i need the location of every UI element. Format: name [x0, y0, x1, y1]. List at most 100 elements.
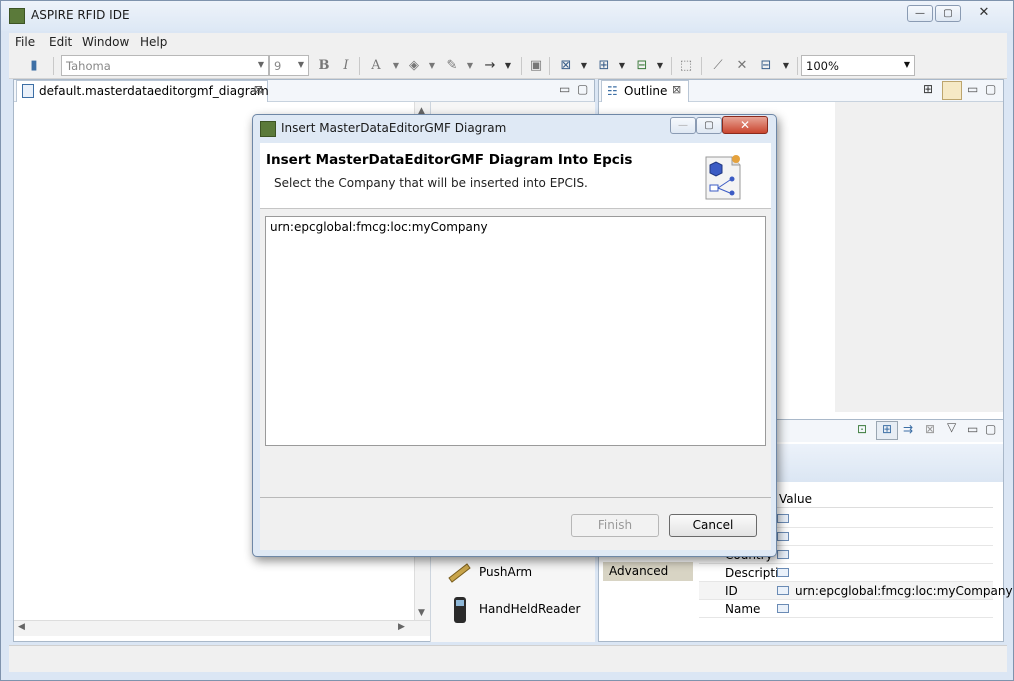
chevron-down-icon[interactable]: ▼	[461, 57, 479, 75]
pin-icon[interactable]: ⊡	[857, 422, 867, 436]
font-family-value: Tahoma	[66, 59, 111, 73]
handheld-reader-icon	[451, 596, 469, 624]
fill-color-icon[interactable]: ◈	[405, 57, 423, 75]
chevron-down-icon[interactable]: ▼	[777, 57, 795, 75]
dialog-description: Select the Company that will be inserted…	[274, 176, 588, 190]
dialog-divider	[260, 497, 771, 498]
property-key: ID	[725, 584, 738, 598]
close-icon[interactable]: ⊠	[672, 83, 681, 96]
title-bar: ASPIRE RFID IDE — ▢ ✕	[1, 1, 1013, 31]
value-icon	[777, 532, 789, 541]
menu-file[interactable]: File	[15, 35, 35, 49]
auto-size-icon[interactable]: ⬚	[677, 57, 695, 75]
delete-route-icon[interactable]: ✕	[733, 57, 751, 75]
menu-bar: File Edit Window Help	[9, 33, 1007, 53]
table-row[interactable]: Descripti	[699, 564, 993, 582]
zoom-select[interactable]: 100% ▼	[801, 55, 915, 76]
maximize-button[interactable]: ▢	[696, 117, 722, 134]
tab-outline[interactable]: ☷ Outline ⊠	[601, 80, 689, 102]
minimize-view-icon[interactable]: ▭	[967, 82, 978, 96]
status-bar	[9, 645, 1007, 672]
dialog-header: Insert MasterDataEditorGMF Diagram Into …	[260, 143, 771, 209]
tab-advanced[interactable]: Advanced	[603, 562, 693, 581]
align-icon[interactable]: ⊟	[633, 57, 651, 75]
minimize-button: —	[670, 117, 696, 134]
cancel-button[interactable]: Cancel	[669, 514, 757, 537]
thumbnail-icon[interactable]	[942, 81, 962, 100]
toolbar-separator	[671, 57, 672, 75]
chevron-down-icon[interactable]: ▼	[575, 57, 593, 75]
close-button[interactable]: ✕	[722, 116, 768, 134]
maximize-button[interactable]: ▢	[935, 5, 961, 22]
diagram-file-icon	[22, 84, 34, 98]
palette-item-handheld-reader[interactable]: HandHeldReader	[479, 602, 580, 616]
save-icon[interactable]: ▮	[25, 57, 43, 75]
menu-window[interactable]: Window	[82, 35, 129, 49]
property-value: urn:epcglobal:fmcg:loc:myCompany	[795, 584, 1013, 598]
dialog-heading: Insert MasterDataEditorGMF Diagram Into …	[266, 152, 633, 168]
zoom-value: 100%	[806, 59, 839, 73]
font-color-icon[interactable]: A	[367, 57, 385, 75]
table-row[interactable]: ID urn:epcglobal:fmcg:loc:myCompany	[699, 582, 1013, 600]
minimize-view-icon[interactable]: ▭	[559, 82, 570, 96]
arrange-icon[interactable]: ⊞	[595, 57, 613, 75]
maximize-view-icon[interactable]: ▢	[577, 82, 588, 96]
view-menu-icon[interactable]: ▽	[947, 420, 956, 434]
chevron-down-icon[interactable]: ▼	[613, 57, 631, 75]
font-family-select[interactable]: Tahoma ▼	[61, 55, 269, 76]
toolbar-separator	[53, 57, 54, 75]
line-color-icon[interactable]: ✎	[443, 57, 461, 75]
tree-icon[interactable]: ⊞	[923, 82, 933, 96]
toolbar: ▮ Tahoma ▼ 9 ▼ B I A ▼ ◈ ▼ ✎ ▼ → ▼ ▣ ⊠ ▼ ⊞…	[9, 53, 1007, 79]
dialog-title-bar: Insert MasterDataEditorGMF Diagram — ▢ ✕	[253, 115, 776, 141]
close-icon[interactable]: ⊠	[254, 83, 263, 96]
chevron-down-icon[interactable]: ▼	[423, 57, 441, 75]
menu-edit[interactable]: Edit	[49, 35, 72, 49]
chevron-down-icon[interactable]: ▼	[387, 57, 405, 75]
finish-button[interactable]: Finish	[571, 514, 659, 537]
property-key: Name	[725, 602, 761, 616]
table-row[interactable]: Name	[699, 600, 993, 618]
router-icon[interactable]: ⟋	[709, 57, 727, 75]
list-item[interactable]: urn:epcglobal:fmcg:loc:myCompany	[270, 220, 488, 234]
value-icon	[777, 514, 789, 523]
pusharm-icon	[447, 560, 471, 584]
minimize-button[interactable]: —	[907, 5, 933, 22]
arrow-style-icon[interactable]: →	[481, 57, 499, 75]
maximize-view-icon[interactable]: ▢	[985, 82, 996, 96]
value-icon	[777, 568, 789, 577]
grid-icon[interactable]: ⊟	[757, 57, 775, 75]
italic-icon[interactable]: I	[337, 57, 355, 75]
copy-appearance-icon[interactable]: ▣	[527, 57, 545, 75]
chevron-down-icon[interactable]: ▼	[499, 57, 517, 75]
company-list[interactable]: urn:epcglobal:fmcg:loc:myCompany	[265, 216, 766, 446]
font-size-select[interactable]: 9 ▼	[269, 55, 309, 76]
chevron-down-icon: ▼	[257, 60, 264, 69]
maximize-view-icon[interactable]: ▢	[985, 422, 996, 436]
categories-icon[interactable]: ⊞	[876, 421, 898, 440]
scroll-down-icon[interactable]: ▼	[418, 608, 425, 618]
toolbar-separator	[359, 57, 360, 75]
wizard-diagram-icon	[702, 153, 744, 201]
property-key: Descripti	[725, 566, 779, 580]
toolbar-separator	[549, 57, 550, 75]
value-icon	[777, 586, 789, 595]
tab-label: Outline	[624, 84, 668, 98]
toolbar-separator	[701, 57, 702, 75]
tab-label: default.masterdataeditorgmf_diagram	[39, 84, 269, 98]
scroll-right-icon[interactable]: ▶	[398, 622, 405, 632]
insert-diagram-dialog: Insert MasterDataEditorGMF Diagram — ▢ ✕…	[252, 114, 777, 557]
toolbar-separator	[797, 57, 798, 75]
close-button[interactable]: ✕	[963, 5, 1005, 22]
palette-item-pusharm[interactable]: PushArm	[479, 565, 532, 579]
minimize-view-icon[interactable]: ▭	[967, 422, 978, 436]
menu-help[interactable]: Help	[140, 35, 167, 49]
tab-diagram[interactable]: default.masterdataeditorgmf_diagram ⊠	[16, 80, 269, 102]
select-all-icon[interactable]: ⊠	[557, 57, 575, 75]
scroll-left-icon[interactable]: ◀	[18, 622, 25, 632]
bold-icon[interactable]: B	[315, 57, 333, 75]
restore-default-icon[interactable]: ⊠	[925, 422, 935, 436]
chevron-down-icon[interactable]: ▼	[651, 57, 669, 75]
horizontal-scrollbar[interactable]: ◀ ▶	[14, 620, 430, 636]
filter-icon[interactable]: ⇉	[903, 422, 913, 436]
